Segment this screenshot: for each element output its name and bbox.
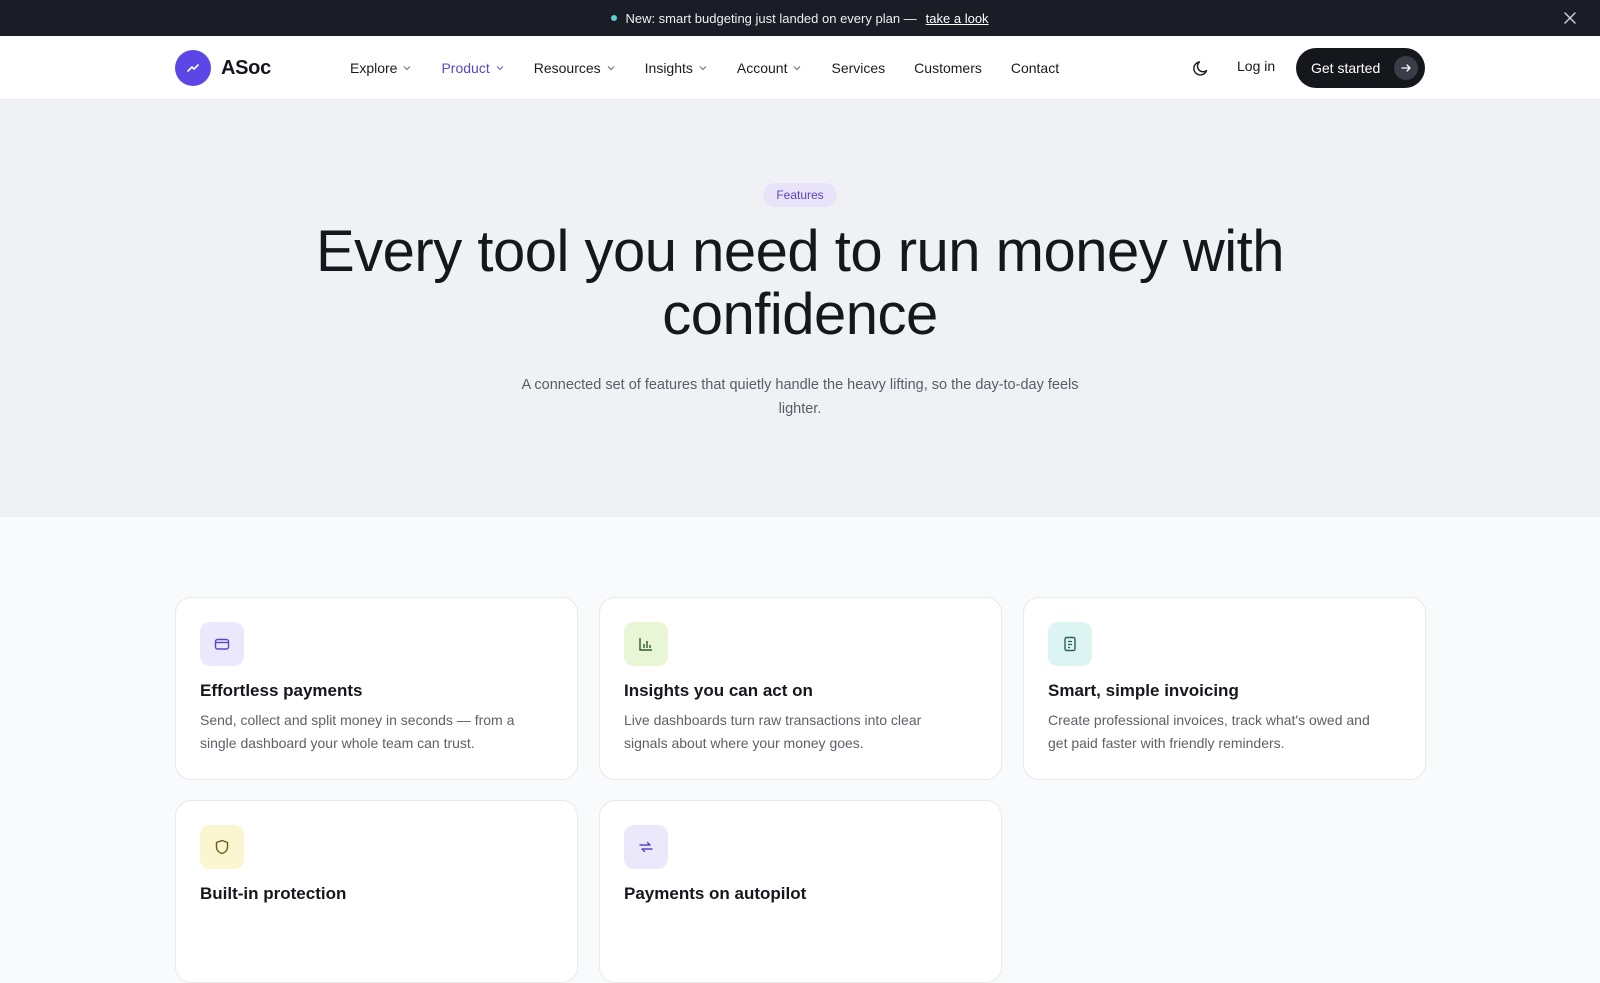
nav-item-label: Resources — [533, 60, 601, 76]
main-nav: ASoc Explore Product Resources Insights … — [0, 36, 1600, 100]
get-started-button[interactable]: Get started — [1296, 48, 1425, 88]
brand-name: ASoc — [221, 56, 271, 79]
feature-card[interactable]: Insights you can act on Live dashboards … — [599, 597, 1002, 780]
nav-item-label: Contact — [1010, 60, 1060, 76]
feature-title: Payments on autopilot — [624, 884, 807, 903]
moon-icon[interactable] — [1191, 58, 1211, 78]
get-started-label: Get started — [1311, 60, 1381, 76]
announcement-link[interactable]: take a look — [926, 11, 989, 26]
hero-title: Every tool you need to run money with co… — [315, 219, 1285, 347]
feature-title: Smart, simple invoicing — [1048, 681, 1239, 700]
feature-title: Insights you can act on — [624, 681, 813, 700]
wallet-icon — [200, 622, 244, 666]
nav-item-resources[interactable]: Resources — [534, 60, 616, 76]
nav-item-services[interactable]: Services — [831, 60, 885, 76]
chevron-down-icon — [404, 66, 411, 71]
feature-text: Create professional invoices, track what… — [1048, 712, 1370, 751]
bar-chart-icon — [624, 622, 668, 666]
feature-card[interactable]: Built-in protection — [175, 800, 578, 983]
feature-text: Send, collect and split money in seconds… — [200, 712, 515, 751]
nav-item-explore[interactable]: Explore — [350, 60, 412, 76]
feature-card[interactable]: Effortless payments Send, collect and sp… — [175, 597, 578, 780]
arrow-right-icon — [1394, 56, 1418, 80]
nav-item-contact[interactable]: Contact — [1011, 60, 1059, 76]
hero-section: Features Every tool you need to run mone… — [0, 100, 1600, 517]
chevron-down-icon — [607, 66, 615, 71]
chevron-down-icon — [794, 66, 801, 71]
feature-card[interactable]: Smart, simple invoicing Create professio… — [1023, 597, 1426, 780]
nav-item-label: Services — [831, 60, 886, 76]
announcement-text: New: smart budgeting just landed on ever… — [625, 10, 917, 26]
feature-title: Built-in protection — [200, 884, 347, 903]
receipt-icon — [1048, 622, 1092, 666]
login-link[interactable]: Log in — [1237, 58, 1275, 74]
status-dot — [611, 15, 618, 21]
nav-item-label: Explore — [350, 60, 398, 76]
nav-item-insights[interactable]: Insights — [645, 60, 708, 76]
chevron-down-icon — [496, 66, 504, 71]
features-badge: Features — [763, 183, 837, 207]
feature-card[interactable]: Payments on autopilot — [599, 800, 1002, 983]
close-icon[interactable] — [1562, 10, 1578, 26]
repeat-icon — [624, 825, 668, 869]
nav-item-label: Customers — [914, 60, 982, 76]
nav-item-account[interactable]: Account — [737, 60, 803, 76]
shield-icon — [200, 825, 244, 869]
nav-item-label: Account — [736, 60, 788, 76]
nav-item-label: Insights — [644, 60, 693, 76]
feature-text: Live dashboards turn raw transactions in… — [624, 712, 922, 751]
announcement-bar: New: smart budgeting just landed on ever… — [0, 0, 1600, 36]
trend-icon — [175, 50, 211, 86]
nav-menu: Explore Product Resources Insights Accou… — [350, 36, 1088, 100]
nav-item-customers[interactable]: Customers — [914, 60, 982, 76]
hero-subtitle: A connected set of features that quietly… — [521, 377, 1079, 417]
nav-item-label: Product — [441, 60, 490, 76]
brand-logo[interactable]: ASoc — [175, 50, 271, 86]
feature-title: Effortless payments — [200, 681, 363, 700]
chevron-down-icon — [699, 66, 707, 71]
nav-item-product[interactable]: Product — [441, 60, 504, 76]
